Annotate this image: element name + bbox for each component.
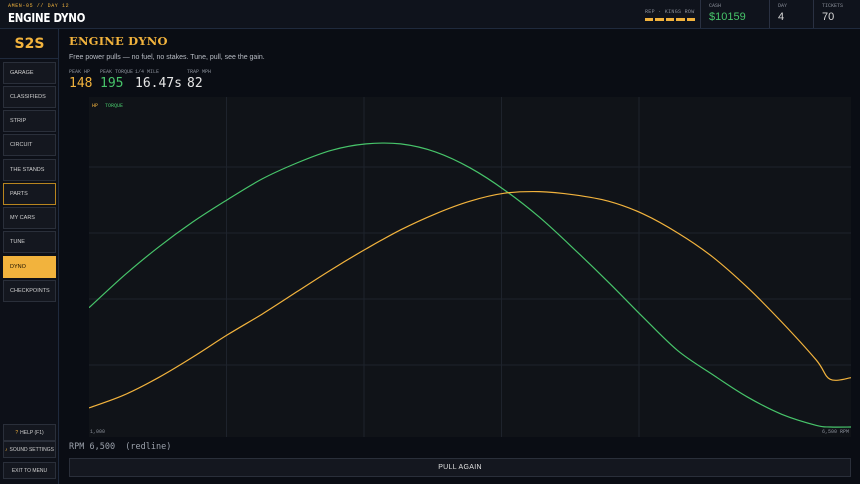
reputation-meter: REP · KINGS ROW <box>645 9 696 21</box>
reputation-bar <box>655 18 664 21</box>
sidebar-item-dyno[interactable]: DYNO <box>3 256 56 278</box>
cash-stat: CASH $10159 <box>700 0 770 28</box>
game-logo: S2S <box>0 29 59 59</box>
sidebar-item-parts[interactable]: PARTS <box>3 183 56 205</box>
series-line-torque <box>89 142 851 428</box>
sidebar-item-strip[interactable]: STRIP <box>3 110 56 132</box>
peak-hp-metric: PEAK HP 148 <box>69 69 92 91</box>
quarter-mile-label: 1/4 MILE <box>135 69 160 75</box>
cash-value: $10159 <box>709 11 746 23</box>
help-button[interactable]: ? HELP (F1) <box>3 424 56 441</box>
tickets-label: TICKETS <box>822 3 844 9</box>
pull-again-button[interactable]: PULL AGAIN <box>69 458 851 477</box>
sidebar-item-circuit[interactable]: CIRCUIT <box>3 134 56 156</box>
series-line-hp <box>89 190 851 409</box>
reputation-label: REP · KINGS ROW <box>645 9 695 15</box>
legend-torque: TORQUE <box>105 103 124 109</box>
music-note-icon: ♪ <box>5 446 8 453</box>
sidebar-item-checkpoints[interactable]: CHECKPOINTS <box>3 280 56 302</box>
sidebar-item-classifieds[interactable]: CLASSIFIEDS <box>3 86 56 108</box>
peak-hp-label: PEAK HP <box>69 69 91 75</box>
trap-mph-metric: TRAP MPH 82 <box>187 69 211 91</box>
day-stat: DAY 4 <box>769 0 814 28</box>
help-label: HELP (F1) <box>20 429 44 436</box>
quarter-mile-value: 16.47s <box>135 76 182 91</box>
quarter-mile-metric: 1/4 MILE 16.47s <box>135 69 182 91</box>
sidebar-item-tune[interactable]: TUNE <box>3 231 56 253</box>
dyno-chart-svg <box>89 97 851 437</box>
reputation-bar <box>665 18 675 21</box>
sidebar-item-my-cars[interactable]: MY CARS <box>3 207 56 229</box>
day-value: 4 <box>778 11 785 23</box>
sidebar-item-garage[interactable]: GARAGE <box>3 62 56 84</box>
legend-hp: HP <box>92 103 99 109</box>
peak-hp-value: 148 <box>69 76 93 91</box>
exit-to-menu-button[interactable]: EXIT TO MENU <box>3 462 56 479</box>
tickets-stat: TICKETS 70 <box>813 0 860 28</box>
reputation-bar <box>676 18 685 21</box>
screen-title: ENGINE DYNO <box>8 11 86 25</box>
sound-settings-button[interactable]: ♪ SOUND SETTINGS <box>3 441 56 458</box>
rpm-readout: RPM 6,500 (redline) <box>69 442 172 452</box>
sidebar: S2S GARAGE CLASSIFIEDS STRIP CIRCUIT THE… <box>0 29 59 484</box>
trap-mph-value: 82 <box>187 76 203 91</box>
trap-mph-label: TRAP MPH <box>187 69 212 75</box>
dyno-chart: HP TORQUE 1,000 6,500 RPM <box>89 97 851 437</box>
main-panel: ENGINE DYNO Free power pulls — no fuel, … <box>60 29 860 484</box>
day-label: DAY <box>778 3 788 9</box>
cash-label: CASH <box>709 3 722 9</box>
x-axis-min-label: 1,000 <box>90 429 106 435</box>
peak-torque-value: 195 <box>100 76 124 91</box>
x-axis-max-label: 6,500 RPM <box>821 429 849 435</box>
sidebar-item-the-stands[interactable]: THE STANDS <box>3 159 56 181</box>
tickets-value: 70 <box>822 11 835 23</box>
peak-torque-label: PEAK TORQUE <box>100 69 134 75</box>
chart-grid <box>89 97 851 437</box>
chart-legend: HP TORQUE <box>92 103 123 109</box>
reputation-bar <box>686 18 696 21</box>
peak-torque-metric: PEAK TORQUE 195 <box>100 69 133 91</box>
sound-settings-label: SOUND SETTINGS <box>9 446 54 453</box>
reputation-bars <box>645 18 696 21</box>
page-description: Free power pulls — no fuel, no stakes. T… <box>69 54 265 61</box>
page-title: ENGINE DYNO <box>69 34 168 48</box>
help-icon: ? <box>15 429 19 436</box>
top-bar: AMEN-05 // DAY 12 ENGINE DYNO REP · KING… <box>0 0 860 29</box>
reputation-bar <box>645 18 654 21</box>
session-subtitle: AMEN-05 // DAY 12 <box>8 3 70 9</box>
